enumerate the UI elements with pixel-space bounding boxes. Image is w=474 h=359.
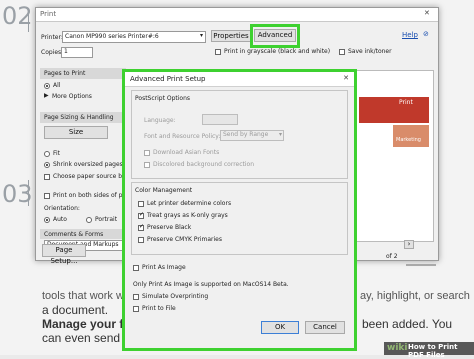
auto-radio[interactable] <box>44 217 50 223</box>
copies-label: Copies: <box>41 49 64 56</box>
preview-image: Marketing <box>393 125 429 147</box>
choose-paper-label: Choose paper source by <box>53 173 126 180</box>
watermark-bar: wiki How to Print PDF Files <box>384 342 474 359</box>
portrait-radio[interactable] <box>86 217 92 223</box>
preview-banner-text: Print <box>399 99 413 106</box>
save-ink-label: Save ink/toner <box>348 48 392 55</box>
shrink-label: Shrink oversized pages <box>53 161 123 168</box>
more-options-label[interactable]: More Options <box>52 93 92 100</box>
fit-radio[interactable] <box>44 151 50 157</box>
print-preview: Print Marketing <box>354 70 434 242</box>
pages-to-print-header: Pages to Print <box>40 68 126 79</box>
save-ink-checkbox[interactable] <box>339 49 345 55</box>
watermark-title: How to Print PDF Files <box>408 343 458 359</box>
printer-label: Printer: <box>41 34 63 41</box>
wikihow-logo: wiki <box>387 343 408 353</box>
grayscale-checkbox[interactable] <box>215 49 221 55</box>
print-dialog-title: Print <box>40 10 57 18</box>
copies-input[interactable]: 1 <box>61 47 93 58</box>
close-icon[interactable]: ✕ <box>424 9 430 17</box>
advanced-button[interactable]: Advanced <box>254 29 296 42</box>
printer-select-value: Canon MP990 series Printer#:6 <box>65 33 159 40</box>
page-sizing-title: Page Sizing & Handling <box>44 114 114 121</box>
triangle-right-icon[interactable]: ▶ <box>44 92 49 99</box>
help-link[interactable]: Help <box>402 31 418 39</box>
copies-value: 1 <box>64 48 68 55</box>
body-text-line: ay, highlight, or search <box>360 290 470 302</box>
divider <box>28 8 29 32</box>
body-text-line: been added. You <box>362 317 453 331</box>
portrait-label: Portrait <box>95 216 118 223</box>
all-pages-label: All <box>53 82 61 89</box>
advanced-dialog-highlight <box>122 69 357 351</box>
chevron-down-icon: ▾ <box>199 32 203 39</box>
next-page-button[interactable]: › <box>404 240 414 249</box>
cancel-button[interactable] <box>406 264 436 266</box>
pages-to-print-title: Pages to Print <box>44 70 86 77</box>
orientation-label: Orientation: <box>44 205 80 212</box>
comments-header: Comments & Forms <box>40 229 126 239</box>
fit-label: Fit <box>53 150 61 157</box>
page-setup-button[interactable]: Page Setup... <box>42 244 86 265</box>
both-sides-label: Print on both sides of pa <box>53 192 127 199</box>
print-dialog-titlebar: Print ✕ <box>36 8 438 22</box>
comments-title: Comments & Forms <box>44 231 104 238</box>
grayscale-label: Print in grayscale (black and white) <box>224 48 331 55</box>
size-button[interactable]: Size <box>44 126 108 139</box>
all-pages-radio[interactable] <box>44 83 50 89</box>
choose-paper-checkbox[interactable] <box>44 174 50 180</box>
preview-banner: Print <box>359 97 429 123</box>
page-sizing-header: Page Sizing & Handling <box>40 112 126 123</box>
printer-select[interactable]: Canon MP990 series Printer#:6 ▾ <box>62 31 206 43</box>
both-sides-checkbox[interactable] <box>44 193 50 199</box>
properties-button[interactable]: Properties <box>211 30 251 42</box>
help-icon[interactable]: ⊘ <box>423 30 429 38</box>
preview-doc-title: Marketing <box>396 137 421 143</box>
auto-label: Auto <box>53 216 67 223</box>
preview-page-label: of 2 <box>386 253 398 260</box>
divider <box>28 180 29 206</box>
body-text-line: a document. <box>42 303 109 317</box>
shrink-radio[interactable] <box>44 162 50 168</box>
